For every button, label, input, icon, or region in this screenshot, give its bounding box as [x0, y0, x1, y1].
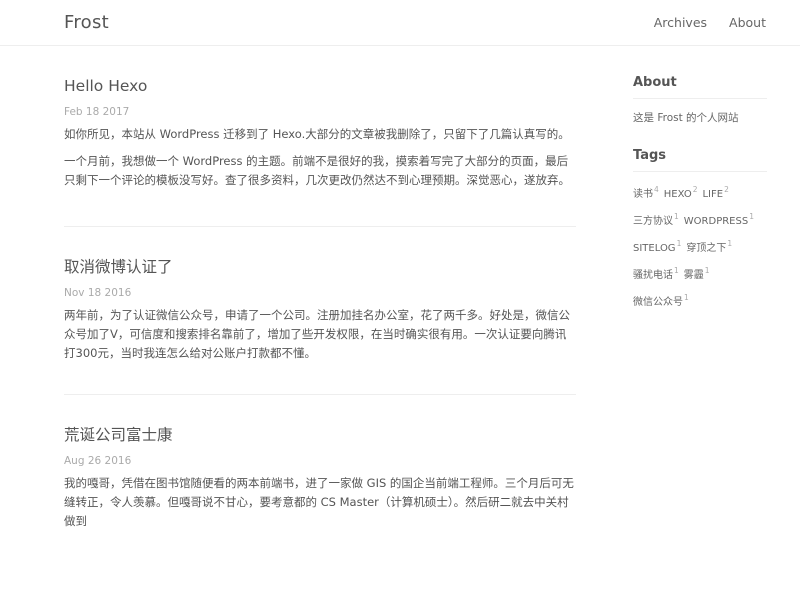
- post-list: Hello Hexo Feb 18 2017 如你所见，本站从 WordPres…: [64, 46, 576, 595]
- tags-widget: Tags 读书4 HEXO2 LIFE2 三方协议1 WORDPRESS1 SI…: [633, 147, 767, 311]
- tag-count: 1: [727, 239, 733, 248]
- tag-name: 读书: [633, 189, 653, 200]
- tag-count: 1: [749, 212, 754, 221]
- nav-about-link[interactable]: About: [729, 15, 766, 30]
- tag-name: 雾霾: [683, 270, 704, 281]
- tag-count: 1: [674, 266, 679, 275]
- post-excerpt: 一个月前，我想做一个 WordPress 的主题。前端不是很好的我，摸索着写完了…: [64, 154, 570, 187]
- tag-count: 1: [676, 239, 682, 248]
- main-nav: Archives About: [654, 15, 766, 30]
- tag-link[interactable]: 穿顶之下1: [686, 236, 732, 257]
- post-item: 取消微博认证了 Nov 18 2016 两年前，为了认证微信公众号，申请了一个公…: [64, 227, 576, 395]
- post-date: Aug 26 2016: [64, 455, 132, 467]
- post-title-link[interactable]: 荒诞公司富士康: [64, 425, 576, 445]
- sidebar: About 这是 Frost 的个人网站 Tags 读书4 HEXO2 LIFE…: [633, 46, 767, 311]
- tag-link[interactable]: 雾霾1: [684, 263, 710, 284]
- tag-link[interactable]: 骚扰电话1: [633, 263, 679, 284]
- tag-link[interactable]: SITELOG1: [633, 236, 681, 257]
- site-header: Frost Archives About: [0, 0, 800, 46]
- about-widget-title: About: [633, 74, 767, 99]
- tags-widget-title: Tags: [633, 147, 767, 172]
- tag-count: 2: [724, 185, 729, 194]
- tag-link[interactable]: 微信公众号1: [633, 290, 689, 311]
- tag-count: 2: [692, 185, 698, 194]
- tag-count: 1: [704, 266, 710, 275]
- tag-name: 穿顶之下: [686, 243, 727, 254]
- post-title-link[interactable]: 取消微博认证了: [64, 257, 576, 277]
- tag-name: 微信公众号: [633, 297, 683, 308]
- post-item: 荒诞公司富士康 Aug 26 2016 我的嘎哥，凭借在图书馆随便看的两本前端书…: [64, 395, 576, 595]
- tag-link[interactable]: HEXO2: [664, 182, 698, 203]
- tag-list: 读书4 HEXO2 LIFE2 三方协议1 WORDPRESS1 SITELOG…: [633, 182, 767, 311]
- tag-link[interactable]: WORDPRESS1: [684, 209, 754, 230]
- tag-name: HEXO: [663, 189, 692, 200]
- about-widget: About 这是 Frost 的个人网站: [633, 74, 767, 125]
- post-excerpt: 我的嘎哥，凭借在图书馆随便看的两本前端书，进了一家做 GIS 的国企当前端工程师…: [64, 476, 574, 528]
- tag-name: LIFE: [702, 189, 724, 200]
- tag-link[interactable]: 读书4: [633, 182, 659, 203]
- tag-link[interactable]: LIFE2: [702, 182, 728, 203]
- post-excerpt: 如你所见，本站从 WordPress 迁移到了 Hexo.大部分的文章被我删除了…: [64, 127, 570, 141]
- post-date: Nov 18 2016: [64, 287, 132, 299]
- about-text: 这是 Frost 的个人网站: [633, 112, 739, 124]
- site-title-link[interactable]: Frost: [64, 12, 109, 33]
- tag-count: 4: [654, 185, 659, 194]
- nav-archives-link[interactable]: Archives: [654, 15, 707, 30]
- tag-name: 骚扰电话: [633, 270, 673, 281]
- post-date: Feb 18 2017: [64, 106, 130, 118]
- tag-name: SITELOG: [633, 243, 676, 254]
- tag-name: WORDPRESS: [683, 216, 749, 227]
- tag-link[interactable]: 三方协议1: [633, 209, 679, 230]
- post-item: Hello Hexo Feb 18 2017 如你所见，本站从 WordPres…: [64, 46, 576, 227]
- tag-count: 1: [684, 293, 689, 302]
- tag-name: 三方协议: [633, 216, 673, 227]
- post-title-link[interactable]: Hello Hexo: [64, 76, 576, 96]
- post-excerpt: 两年前，为了认证微信公众号，申请了一个公司。注册加挂名办公室，花了两千多。好处是…: [64, 308, 570, 360]
- tag-count: 1: [674, 212, 679, 221]
